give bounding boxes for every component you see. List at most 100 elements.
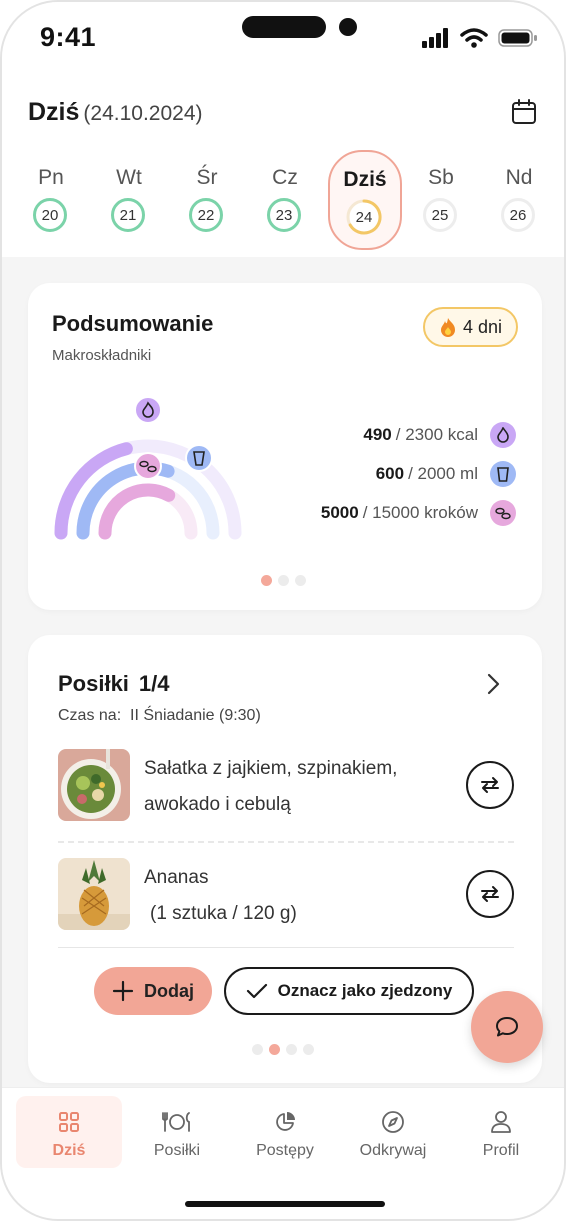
- tab-label: Postępy: [256, 1142, 314, 1159]
- mark-eaten-button[interactable]: Oznacz jako zjedzony: [224, 967, 474, 1015]
- day-label: Pn: [38, 166, 64, 189]
- mark-eaten-label: Oznacz jako zjedzony: [277, 981, 453, 1000]
- summary-pager: [261, 575, 306, 586]
- pineapple-image: [58, 858, 130, 930]
- tab-label: Posiłki: [153, 1142, 201, 1159]
- chat-bubble-icon: [496, 1017, 518, 1037]
- day-number: 21: [111, 198, 145, 232]
- pager-dot[interactable]: [278, 575, 289, 586]
- swap-icon: [481, 886, 499, 902]
- home-indicator: [185, 1201, 385, 1207]
- chat-button[interactable]: [471, 991, 543, 1063]
- stat-water: 600 / 2000 ml: [226, 454, 516, 493]
- meals-card: Posiłki 1/4 Czas na: II Śniadanie (9:30) …: [28, 635, 542, 1083]
- day-label: Śr: [196, 166, 218, 189]
- day-number: 25: [423, 198, 457, 232]
- pager-dot[interactable]: [303, 1044, 314, 1055]
- day-mon[interactable]: Pn 20: [16, 150, 86, 246]
- stat-calories-value: 490: [363, 424, 392, 444]
- swap-meal-button[interactable]: [466, 761, 514, 809]
- check-icon: [246, 983, 267, 999]
- calendar-icon[interactable]: [511, 99, 537, 125]
- grid-icon: [59, 1112, 79, 1132]
- dynamic-island: [242, 16, 326, 38]
- summary-card[interactable]: Podsumowanie Makroskładniki 4 dni 490 / …: [28, 283, 542, 610]
- meal-divider: [58, 947, 514, 948]
- tab-meals[interactable]: Posiłki: [124, 1096, 230, 1168]
- page-title: Dziś (24.10.2024): [28, 98, 203, 127]
- chevron-right-icon[interactable]: [486, 671, 502, 697]
- meals-count: 1/4: [138, 671, 170, 696]
- pager-dot[interactable]: [269, 1044, 280, 1055]
- streak-label: 4 dni: [462, 316, 502, 337]
- stat-steps-goal: / 15000 kroków: [362, 502, 478, 522]
- day-number: 22: [189, 198, 223, 232]
- pager-dot[interactable]: [252, 1044, 263, 1055]
- flame-icon: [490, 421, 516, 448]
- meal-item[interactable]: Ananas (1 sztuka / 120 g): [58, 858, 514, 930]
- meal-name: Sałatka z jajkiem, szpinakiem, awokado i…: [144, 758, 398, 815]
- meal-name: Ananas (1 sztuka / 120 g): [144, 860, 434, 932]
- tab-profile[interactable]: Profil: [448, 1096, 554, 1168]
- time-label: Czas na:: [58, 707, 122, 724]
- meal-time-line: Czas na: II Śniadanie (9:30): [58, 707, 261, 725]
- fire-icon: [440, 318, 455, 337]
- signal-icon: [422, 28, 448, 48]
- time-value: II Śniadanie (9:30): [130, 707, 261, 724]
- meals-header[interactable]: Posiłki 1/4: [58, 671, 170, 697]
- day-tue[interactable]: Wt 21: [94, 150, 164, 246]
- ring-marker-calories: [134, 396, 162, 424]
- compass-icon: [382, 1111, 404, 1133]
- add-meal-button[interactable]: Dodaj: [94, 967, 212, 1015]
- stat-calories-goal: / 2300 kcal: [395, 424, 478, 444]
- day-label: Nd: [505, 166, 533, 189]
- week-strip: Pn 20 Wt 21 Śr 22 Cz 23 Dziś 24 Sb 25 Nd 26: [12, 150, 558, 250]
- status-time: 9:41: [40, 22, 97, 52]
- tab-progress[interactable]: Postępy: [232, 1096, 338, 1168]
- day-sun[interactable]: Nd 26: [484, 150, 554, 246]
- day-label: Wt: [116, 166, 142, 189]
- battery-icon: [498, 29, 537, 47]
- plus-icon: [112, 980, 134, 1002]
- page-date: (24.10.2024): [83, 102, 203, 125]
- stat-water-value: 600: [375, 463, 405, 483]
- phone-screen: 9:41 Dziś (24.10.2024) Pn 20 Wt 21 Śr 22 Cz 2…: [0, 0, 566, 1221]
- day-thu[interactable]: Cz 23: [250, 150, 320, 246]
- footsteps-icon: [490, 499, 516, 526]
- summary-subtitle: Makroskładniki: [52, 347, 152, 364]
- day-label: Dziś: [343, 168, 387, 191]
- day-sat[interactable]: Sb 25: [406, 150, 476, 246]
- tab-label: Profil: [482, 1142, 520, 1159]
- stat-steps-value: 5000: [320, 502, 359, 522]
- day-number: 23: [267, 198, 301, 232]
- meal-item[interactable]: Sałatka z jajkiem, szpinakiem, awokado i…: [58, 749, 514, 821]
- page-title-text: Dziś: [28, 98, 80, 126]
- tab-today[interactable]: Dziś: [16, 1096, 122, 1168]
- macro-rings: [54, 396, 242, 540]
- meal-divider: [58, 841, 514, 843]
- add-meal-label: Dodaj: [143, 980, 194, 1001]
- stat-steps: 5000 / 15000 kroków: [226, 493, 516, 532]
- day-number: 24: [355, 208, 373, 226]
- summary-title: Podsumowanie: [52, 311, 214, 336]
- salad-image: [58, 749, 130, 821]
- ring-marker-water: [185, 444, 213, 472]
- swap-icon: [481, 777, 499, 793]
- meals-title: Posiłki: [58, 671, 129, 696]
- pager-dot[interactable]: [286, 1044, 297, 1055]
- day-today[interactable]: Dziś 24: [328, 150, 402, 250]
- swap-meal-button[interactable]: [466, 870, 514, 918]
- day-number: 26: [501, 198, 535, 232]
- day-number: 20: [33, 198, 67, 232]
- tab-discover[interactable]: Odkrywaj: [340, 1096, 446, 1168]
- meal-portion: (1 sztuka / 120 g): [150, 903, 297, 924]
- meals-pager: [252, 1044, 314, 1055]
- camera: [339, 18, 357, 36]
- streak-badge: 4 dni: [422, 307, 518, 347]
- pager-dot[interactable]: [295, 575, 306, 586]
- cutlery-icon: [162, 1112, 190, 1132]
- day-wed[interactable]: Śr 22: [172, 150, 242, 246]
- wifi-icon: [460, 28, 488, 48]
- pager-dot[interactable]: [261, 575, 272, 586]
- meal-name-text: Ananas: [144, 867, 209, 888]
